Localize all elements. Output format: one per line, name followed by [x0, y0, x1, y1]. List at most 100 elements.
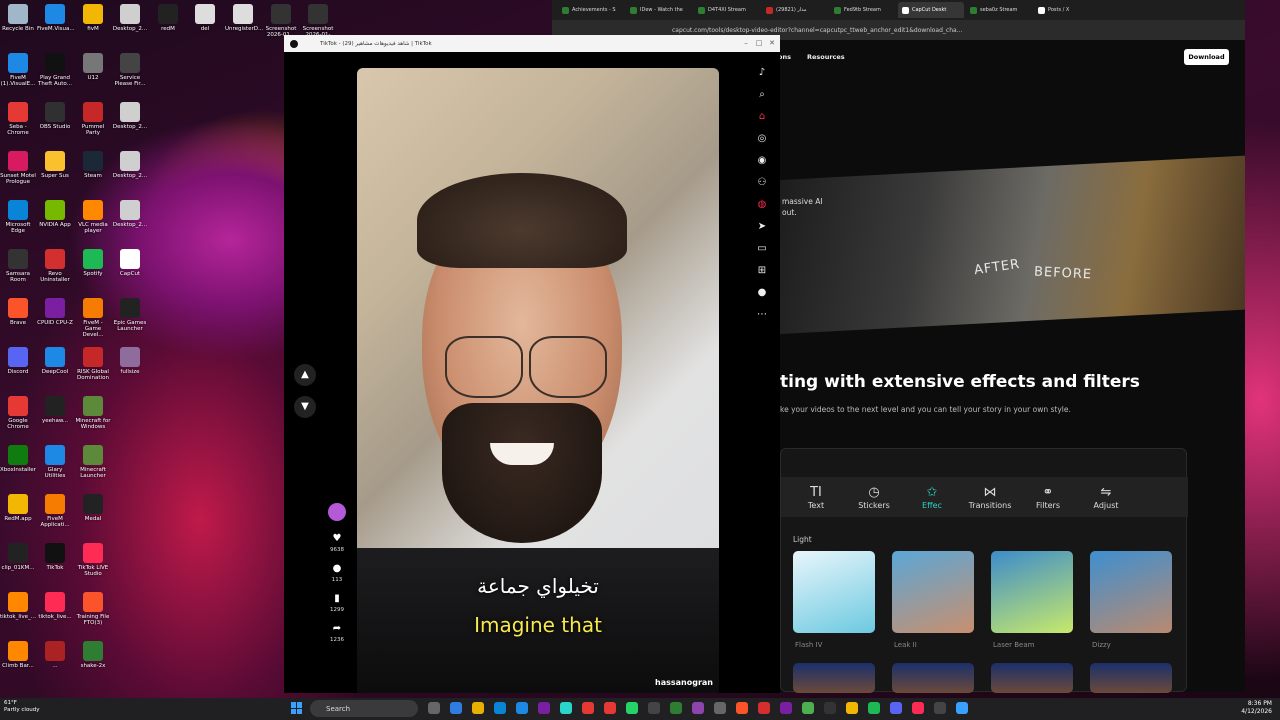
profile-icon[interactable]: ● — [750, 282, 774, 304]
inbox-icon[interactable]: ▭ — [750, 238, 774, 260]
browser-tab[interactable]: IDew - Watch the — [626, 2, 692, 18]
desktop-icon[interactable]: tiktok_live... — [37, 592, 73, 620]
editor-tab-text[interactable]: TI Text — [787, 484, 845, 510]
taskbar-app-icon[interactable] — [736, 702, 748, 714]
video-author[interactable]: hassanogran — [655, 678, 713, 687]
desktop-icon[interactable]: Desktop_2... — [112, 102, 148, 130]
taskbar-app-icon[interactable] — [428, 702, 440, 714]
taskbar-app-icon[interactable] — [472, 702, 484, 714]
taskbar-app-icon[interactable] — [758, 702, 770, 714]
clock[interactable]: 8:36 PM 4/12/2026 — [1241, 700, 1272, 716]
live-icon[interactable]: ◍ — [750, 194, 774, 216]
search-icon[interactable]: ⌕ — [750, 84, 774, 106]
taskbar-app-icon[interactable] — [450, 702, 462, 714]
desktop-icon[interactable]: Desktop_2... — [112, 4, 148, 32]
desktop-icon[interactable]: NVIDIA App — [37, 200, 73, 228]
desktop-icon[interactable]: yeehaw... — [37, 396, 73, 424]
effect-thumbnail[interactable] — [892, 551, 974, 633]
taskbar-app-icon[interactable] — [582, 702, 594, 714]
desktop-icon[interactable]: del — [187, 4, 223, 32]
start-button[interactable] — [291, 702, 303, 714]
desktop-icon[interactable]: FiveM (1).VisualE... — [0, 53, 36, 87]
desktop-icon[interactable]: U12 — [75, 53, 111, 81]
taskbar-search[interactable]: Search — [310, 700, 418, 717]
desktop-icon[interactable]: Play Grand Theft Auto... — [37, 53, 73, 87]
taskbar-app-icon[interactable] — [714, 702, 726, 714]
desktop-icon[interactable]: Glary Utilities — [37, 445, 73, 479]
globe-icon[interactable]: ◉ — [750, 150, 774, 172]
taskbar-app-icon[interactable] — [956, 702, 968, 714]
desktop-icon[interactable]: Spotify — [75, 249, 111, 277]
close-icon[interactable]: ✕ — [767, 38, 777, 48]
following-icon[interactable]: ⚇ — [750, 172, 774, 194]
taskbar-app-icon[interactable] — [780, 702, 792, 714]
taskbar-app-icon[interactable] — [626, 702, 638, 714]
desktop-icon[interactable]: UnregisterD... — [225, 4, 263, 32]
browser-tab[interactable]: Fed9tb Stream — [830, 2, 896, 18]
video-player[interactable]: تخيلواي جماعة Imagine that hassanogran — [357, 68, 719, 693]
desktop-icon[interactable]: Minecraft Launcher — [75, 445, 111, 479]
desktop-icon[interactable]: Service Please Fir... — [112, 53, 148, 87]
desktop-icon[interactable]: Super Sus — [37, 151, 73, 179]
desktop-icon[interactable]: fivM — [75, 4, 111, 32]
editor-tab-effec[interactable]: ✩ Effec — [903, 484, 961, 510]
desktop-icon[interactable]: VLC media player — [75, 200, 111, 234]
desktop-icon[interactable]: TikTok LIVE Studio — [75, 543, 111, 577]
taskbar-app-icon[interactable] — [670, 702, 682, 714]
desktop-icon[interactable]: Samsara Room — [0, 249, 36, 283]
taskbar-app-icon[interactable] — [692, 702, 704, 714]
taskbar-app-icon[interactable] — [494, 702, 506, 714]
editor-tab-filters[interactable]: ⚭ Filters — [1019, 484, 1077, 510]
desktop-icon[interactable]: Desktop_2... — [112, 200, 148, 228]
effect-thumbnail[interactable] — [1090, 663, 1172, 693]
desktop-icon[interactable]: CPUID CPU-Z — [37, 298, 73, 326]
taskbar-app-icon[interactable] — [538, 702, 550, 714]
desktop-icon[interactable]: CapCut — [112, 249, 148, 277]
video-action-icon[interactable]: ● — [328, 563, 346, 577]
desktop-icon[interactable]: OBS Studio — [37, 102, 73, 130]
desktop-icon[interactable]: Climb Bar... — [0, 641, 36, 669]
desktop-icon[interactable]: Minecraft for Windows — [75, 396, 111, 430]
desktop-icon[interactable]: TikTok — [37, 543, 73, 571]
desktop-icon[interactable]: Brave — [0, 298, 36, 326]
desktop-icon[interactable]: Steam — [75, 151, 111, 179]
desktop-icon[interactable]: Training File FTO(3) — [75, 592, 111, 626]
desktop-icon[interactable]: clip_01KM... — [0, 543, 36, 571]
more-icon[interactable]: ⋯ — [750, 304, 774, 326]
desktop-icon[interactable]: Discord — [0, 347, 36, 375]
browser-tab[interactable]: D4T4XI Stream — [694, 2, 760, 18]
desktop-icon[interactable]: Google Chrome — [0, 396, 36, 430]
desktop-icon[interactable]: Desktop_2... — [112, 151, 148, 179]
messages-icon[interactable]: ➤ — [750, 216, 774, 238]
taskbar-app-icon[interactable] — [802, 702, 814, 714]
editor-tab-transitions[interactable]: ⋈ Transitions — [961, 484, 1019, 510]
browser-tab[interactable]: Posts / X — [1034, 2, 1100, 18]
browser-tab[interactable]: seba0z Stream — [966, 2, 1032, 18]
desktop-icon[interactable]: RISK Global Domination — [75, 347, 111, 381]
browser-tab[interactable]: Achievements - S — [558, 2, 624, 18]
browser-tab[interactable]: مدار (29821) — [762, 2, 828, 18]
previous-video-button[interactable]: ▲ — [294, 364, 316, 386]
desktop-icon[interactable]: Epic Games Launcher — [112, 298, 148, 332]
effect-thumbnail[interactable] — [892, 663, 974, 693]
desktop-icon[interactable]: DeepCool — [37, 347, 73, 375]
desktop-icon[interactable]: redM — [150, 4, 186, 32]
next-video-button[interactable]: ▼ — [294, 396, 316, 418]
taskbar-app-icon[interactable] — [890, 702, 902, 714]
editor-tab-stickers[interactable]: ◷ Stickers — [845, 484, 903, 510]
desktop-icon[interactable]: FiveM Applicati... — [37, 494, 73, 528]
video-action-icon[interactable]: ▮ — [328, 593, 346, 607]
minimize-icon[interactable]: – — [741, 38, 751, 48]
video-action-icon[interactable]: ➦ — [328, 623, 346, 637]
taskbar-app-icon[interactable] — [824, 702, 836, 714]
nav-item-resources[interactable]: Resources — [807, 53, 845, 61]
desktop-icon[interactable]: RedM.app — [0, 494, 36, 522]
url-text[interactable]: capcut.com/tools/desktop-video-editor?ch… — [672, 27, 962, 34]
desktop-icon[interactable]: Sunset Motel Prologue — [0, 151, 36, 185]
taskbar-app-icon[interactable] — [648, 702, 660, 714]
taskbar-app-icon[interactable] — [846, 702, 858, 714]
desktop-icon[interactable]: FiveM - Game Devel... — [75, 298, 111, 338]
desktop-icon[interactable]: Microsoft Edge — [0, 200, 36, 234]
editor-tab-adjust[interactable]: ⇋ Adjust — [1077, 484, 1135, 510]
taskbar-app-icon[interactable] — [516, 702, 528, 714]
